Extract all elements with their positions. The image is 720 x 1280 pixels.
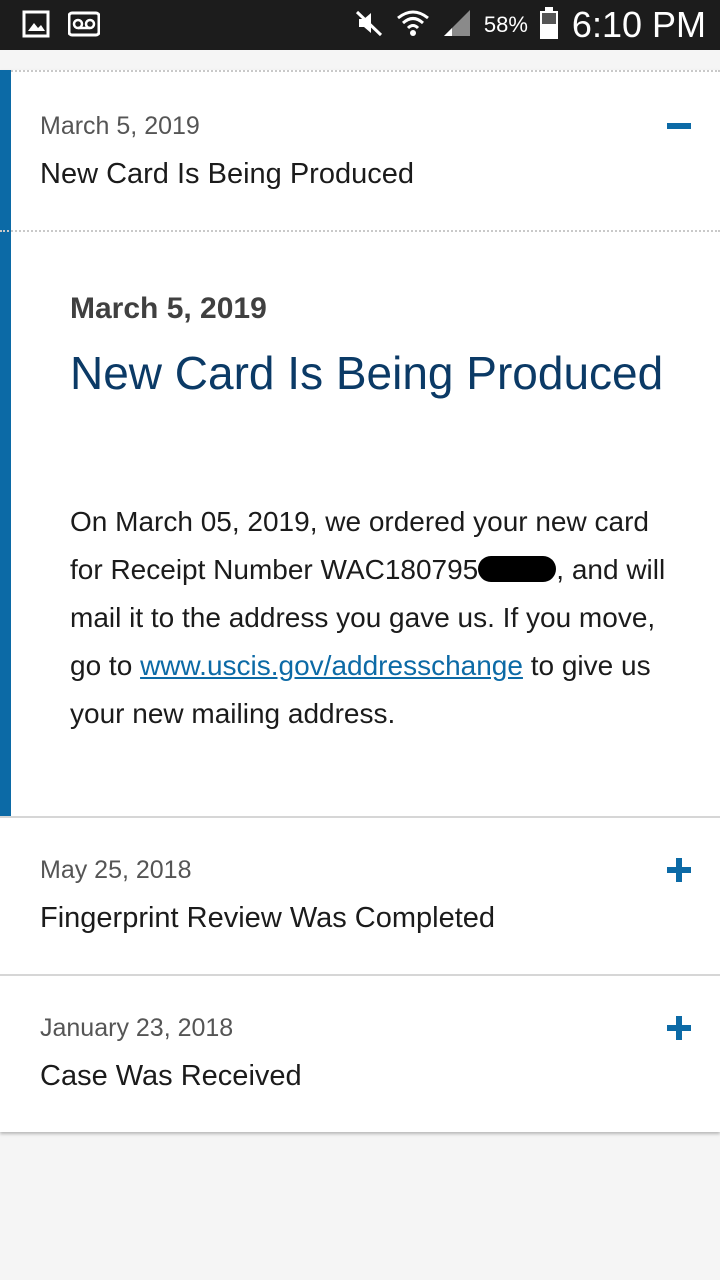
item-title: New Card Is Being Produced xyxy=(40,158,414,190)
item-title: Case Was Received xyxy=(40,1060,302,1092)
item-title: Fingerprint Review Was Completed xyxy=(40,902,496,934)
wifi-icon xyxy=(396,8,430,43)
item-date: January 23, 2018 xyxy=(40,1014,234,1042)
status-bar: 58% 6:10 PM xyxy=(0,0,720,50)
battery-icon xyxy=(539,6,558,44)
redaction-mark xyxy=(478,556,557,582)
history-item-header[interactable]: January 23, 2018 Case Was Received xyxy=(0,976,720,1132)
collapse-icon[interactable] xyxy=(666,113,692,139)
detail-body: On March 05, 2019, we ordered your new c… xyxy=(70,498,670,738)
expand-icon[interactable] xyxy=(666,857,692,883)
signal-icon xyxy=(442,8,472,43)
detail-title: New Card Is Being Produced xyxy=(70,347,664,399)
case-history-card: March 5, 2019 New Card Is Being Produced… xyxy=(0,70,720,1132)
item-date: March 5, 2019 xyxy=(40,112,200,140)
voicemail-icon xyxy=(67,10,101,38)
gallery-icon xyxy=(22,10,50,38)
history-item-header[interactable]: March 5, 2019 New Card Is Being Produced xyxy=(0,70,720,230)
history-item-header[interactable]: May 25, 2018 Fingerprint Review Was Comp… xyxy=(0,818,720,974)
divider xyxy=(0,230,720,232)
mute-icon xyxy=(354,8,384,43)
expand-icon[interactable] xyxy=(666,1015,692,1041)
address-change-link[interactable]: www.uscis.gov/addresschange xyxy=(140,650,523,681)
detail-date: March 5, 2019 xyxy=(70,292,267,325)
clock: 6:10 PM xyxy=(571,4,706,45)
battery-percent: 58% xyxy=(483,12,528,37)
item-date: May 25, 2018 xyxy=(40,856,192,884)
